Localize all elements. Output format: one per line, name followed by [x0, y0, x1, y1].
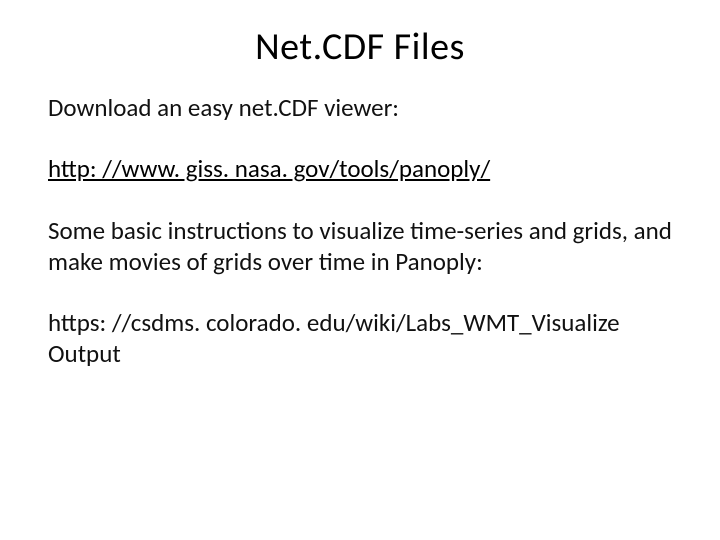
- panoply-link[interactable]: http: //www. giss. nasa. gov/tools/panop…: [48, 153, 490, 184]
- csdms-link[interactable]: https: //csdms. colorado. edu/wiki/Labs_…: [48, 307, 620, 369]
- slide-title: Net.CDF Files: [48, 24, 672, 70]
- intro-text: Download an easy net.CDF viewer:: [48, 92, 672, 123]
- instructions-text: Some basic instructions to visualize tim…: [48, 215, 672, 278]
- csdms-link-line: https: //csdms. colorado. edu/wiki/Labs_…: [48, 307, 672, 370]
- panoply-link-line: http: //www. giss. nasa. gov/tools/panop…: [48, 153, 672, 184]
- slide: Net.CDF Files Download an easy net.CDF v…: [0, 0, 720, 540]
- slide-body: Download an easy net.CDF viewer: http: /…: [48, 92, 672, 370]
